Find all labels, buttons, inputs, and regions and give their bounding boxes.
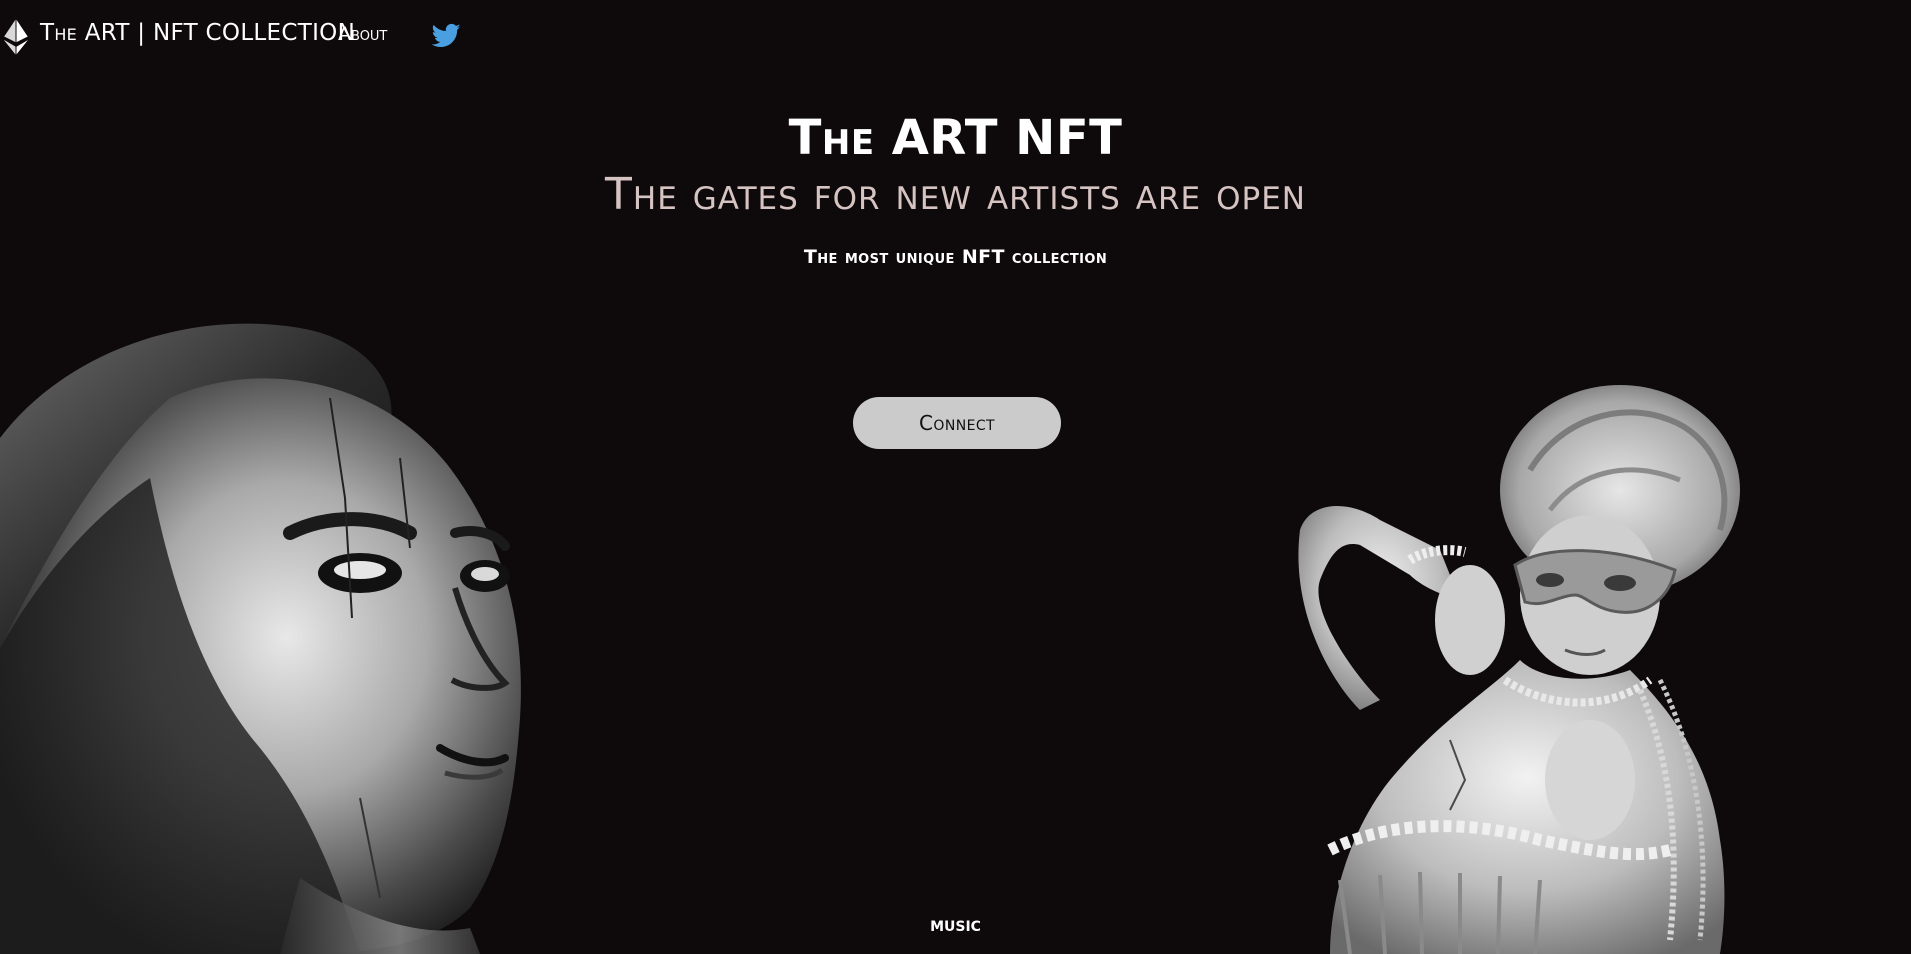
music-link[interactable]: MUSIC	[0, 919, 1911, 935]
twitter-icon[interactable]	[432, 23, 461, 49]
hero-tagline: The most unique NFT collection	[803, 246, 1108, 268]
hero-section: The ART NFT The gates for new artists ar…	[0, 108, 1911, 268]
sculpture-masked-woman-image	[1298, 385, 1740, 954]
hero-subtitle: The gates for new artists are open	[605, 169, 1306, 220]
nav-about-link[interactable]: About	[338, 23, 387, 45]
ethereum-icon[interactable]	[2, 18, 30, 56]
sculpture-head-image	[0, 323, 521, 954]
hero-title: The ART NFT	[788, 110, 1123, 166]
page: The ART | NFT COLLECTION About The ART N…	[0, 0, 1911, 954]
brand-link[interactable]: The ART | NFT COLLECTION	[40, 20, 355, 46]
connect-button[interactable]: Connect	[853, 397, 1061, 449]
